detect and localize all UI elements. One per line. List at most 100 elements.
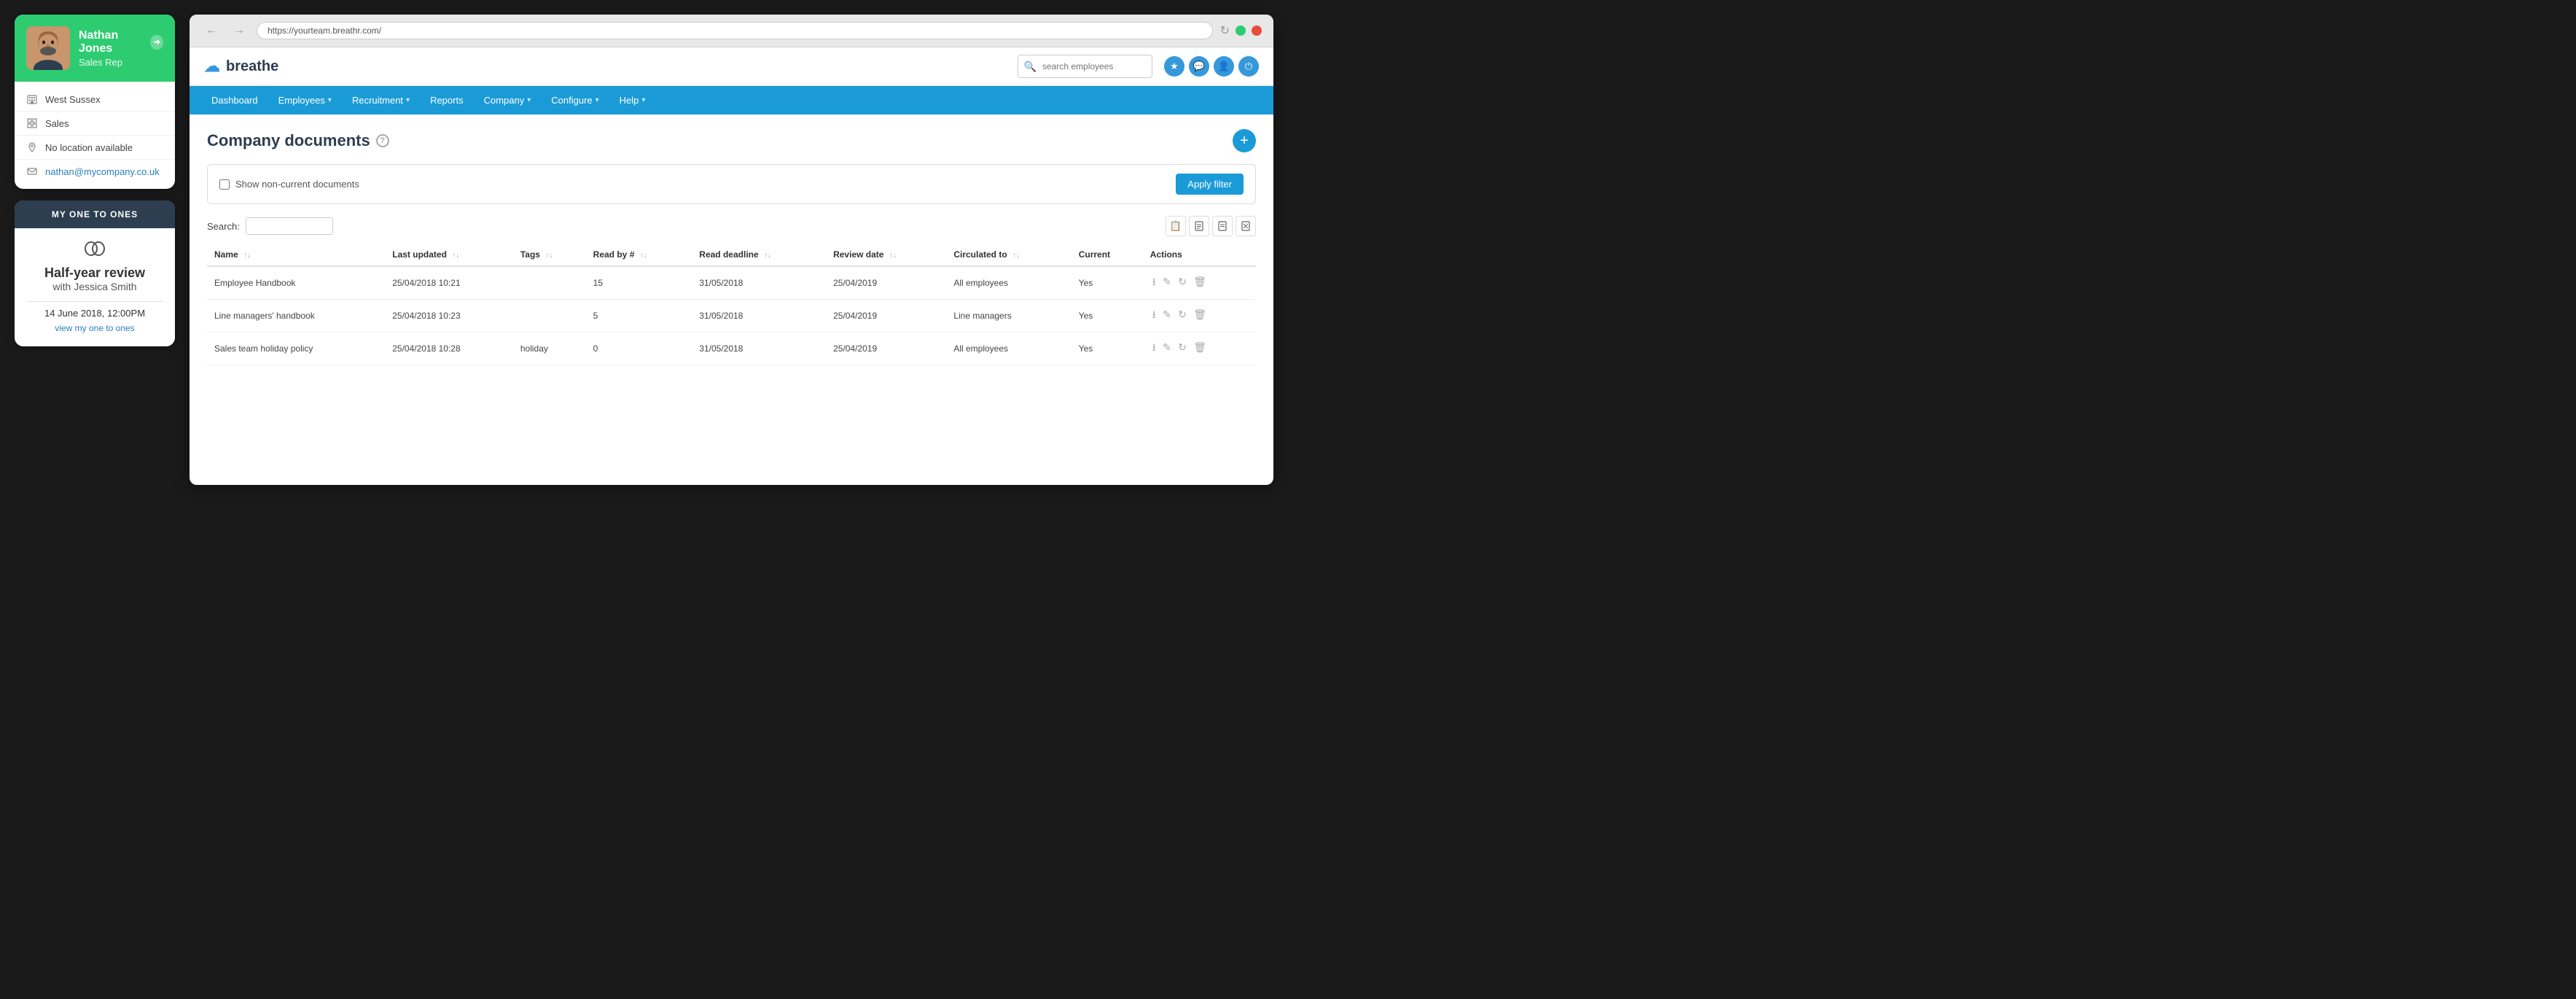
refresh-icon-2[interactable]: ↻ <box>1176 341 1189 353</box>
search-label: Search: <box>207 221 240 232</box>
filter-left: Show non-current documents <box>219 179 359 190</box>
cell-updated-1: 25/04/2018 10:23 <box>385 300 513 333</box>
cell-circulated-2: All employees <box>946 333 1071 365</box>
edit-icon-1[interactable]: ✎ <box>1160 308 1174 320</box>
page-title: Company documents ? <box>207 131 389 150</box>
nav-dashboard[interactable]: Dashboard <box>201 86 268 114</box>
location-icon <box>26 141 38 153</box>
minimize-button[interactable] <box>1236 26 1246 36</box>
user-button[interactable]: 👤 <box>1214 56 1234 77</box>
power-button[interactable]: ⏻ <box>1238 56 1259 77</box>
cell-deadline-2: 31/05/2018 <box>692 333 826 365</box>
search-icon: 🔍 <box>1018 55 1042 77</box>
recruitment-dropdown-arrow: ▾ <box>406 96 410 104</box>
search-row: Search: <box>207 217 333 235</box>
review-with: with Jessica Smith <box>26 281 163 292</box>
review-icon <box>26 240 163 263</box>
col-name[interactable]: Name ↑↓ <box>207 244 385 266</box>
email-icon <box>26 166 38 177</box>
download-icon-2[interactable]: ⭳ <box>1150 341 1158 353</box>
copy-icon[interactable]: 📋 <box>1166 216 1186 236</box>
table-row: Sales team holiday policy 25/04/2018 10:… <box>207 333 1256 365</box>
pdf-icon[interactable] <box>1189 216 1209 236</box>
csv-icon[interactable] <box>1212 216 1233 236</box>
delete-icon-0[interactable]: 🗑 <box>1191 276 1209 287</box>
cell-actions-2: ⭳ ✎ ↻ 🗑 <box>1143 333 1256 365</box>
nav-reports[interactable]: Reports <box>420 86 474 114</box>
col-read-deadline[interactable]: Read deadline ↑↓ <box>692 244 826 266</box>
nav-help[interactable]: Help ▾ <box>609 86 656 114</box>
col-review-date[interactable]: Review date ↑↓ <box>826 244 946 266</box>
nav-employees[interactable]: Employees ▾ <box>268 86 342 114</box>
review-date: 14 June 2018, 12:00PM <box>26 308 163 319</box>
table-body: Employee Handbook 25/04/2018 10:21 15 31… <box>207 266 1256 365</box>
col-tags[interactable]: Tags ↑↓ <box>513 244 586 266</box>
profile-arrow-icon[interactable]: ➜ <box>150 35 163 50</box>
non-current-checkbox[interactable] <box>219 179 230 190</box>
add-document-button[interactable]: + <box>1233 129 1256 152</box>
back-button[interactable]: ← <box>201 23 222 39</box>
location-detail: No location available <box>15 136 175 160</box>
apply-filter-button[interactable]: Apply filter <box>1176 174 1244 195</box>
col-read-by[interactable]: Read by # ↑↓ <box>586 244 692 266</box>
help-icon[interactable]: ? <box>376 134 389 147</box>
view-one-to-ones-link[interactable]: view my one to ones <box>55 323 134 333</box>
edit-icon-0[interactable]: ✎ <box>1160 276 1174 287</box>
grid-icon <box>26 117 38 129</box>
breathe-logo[interactable]: ☁ breathe <box>204 57 278 76</box>
cell-review-2: 25/04/2019 <box>826 333 946 365</box>
nav-recruitment[interactable]: Recruitment ▾ <box>342 86 420 114</box>
cell-name-0: Employee Handbook <box>207 266 385 300</box>
tags-sort-icon: ↑↓ <box>545 252 553 260</box>
url-bar[interactable] <box>257 22 1213 39</box>
email-detail[interactable]: nathan@mycompany.co.uk <box>15 160 175 183</box>
help-dropdown-arrow: ▾ <box>641 96 645 104</box>
cell-current-1: Yes <box>1072 300 1143 333</box>
refresh-icon-0[interactable]: ↻ <box>1176 276 1189 287</box>
cell-review-0: 25/04/2019 <box>826 266 946 300</box>
delete-icon-2[interactable]: 🗑 <box>1191 341 1209 353</box>
header-icons: ★ 💬 👤 ⏻ <box>1164 56 1259 77</box>
refresh-icon-1[interactable]: ↻ <box>1176 308 1189 320</box>
browser-controls: ↻ <box>1220 23 1262 38</box>
page-title-row: Company documents ? + <box>207 129 1256 152</box>
updated-sort-icon: ↑↓ <box>452 252 459 260</box>
cell-deadline-1: 31/05/2018 <box>692 300 826 333</box>
app-header: ☁ breathe 🔍 ★ 💬 👤 ⏻ <box>190 47 1273 86</box>
download-icon-1[interactable]: ⭳ <box>1150 308 1158 320</box>
star-button[interactable]: ★ <box>1164 56 1184 77</box>
documents-table: Name ↑↓ Last updated ↑↓ Tags ↑↓ Read by … <box>207 244 1256 365</box>
table-search-input[interactable] <box>246 217 333 235</box>
avatar <box>26 26 70 70</box>
cell-circulated-1: Line managers <box>946 300 1071 333</box>
download-icon-0[interactable]: ⭳ <box>1150 276 1158 287</box>
search-employees-input[interactable] <box>1042 61 1152 71</box>
cloud-icon: ☁ <box>204 57 220 76</box>
deadline-sort-icon: ↑↓ <box>764 252 771 260</box>
refresh-button[interactable]: ↻ <box>1220 23 1230 38</box>
col-current: Current <box>1072 244 1143 266</box>
close-button[interactable] <box>1252 26 1262 36</box>
forward-button[interactable]: → <box>229 23 249 39</box>
cell-deadline-0: 31/05/2018 <box>692 266 826 300</box>
one-to-ones-body: Half-year review with Jessica Smith 14 J… <box>15 228 175 346</box>
cell-current-2: Yes <box>1072 333 1143 365</box>
nav-configure[interactable]: Configure ▾ <box>541 86 609 114</box>
cell-read-1: 5 <box>586 300 692 333</box>
col-circulated[interactable]: Circulated to ↑↓ <box>946 244 1071 266</box>
department-detail: West Sussex <box>15 88 175 112</box>
company-dropdown-arrow: ▾ <box>527 96 531 104</box>
table-header: Name ↑↓ Last updated ↑↓ Tags ↑↓ Read by … <box>207 244 1256 266</box>
read-sort-icon: ↑↓ <box>640 252 647 260</box>
circulated-sort-icon: ↑↓ <box>1012 252 1020 260</box>
filter-label: Show non-current documents <box>235 179 359 190</box>
search-bar: 🔍 <box>1018 55 1152 78</box>
browser-chrome: ← → ↻ <box>190 15 1273 47</box>
edit-icon-2[interactable]: ✎ <box>1160 341 1174 353</box>
cell-tags-2: holiday <box>513 333 586 365</box>
delete-icon-1[interactable]: 🗑 <box>1191 308 1209 320</box>
nav-company[interactable]: Company ▾ <box>474 86 542 114</box>
excel-icon[interactable] <box>1236 216 1256 236</box>
chat-button[interactable]: 💬 <box>1189 56 1209 77</box>
col-last-updated[interactable]: Last updated ↑↓ <box>385 244 513 266</box>
